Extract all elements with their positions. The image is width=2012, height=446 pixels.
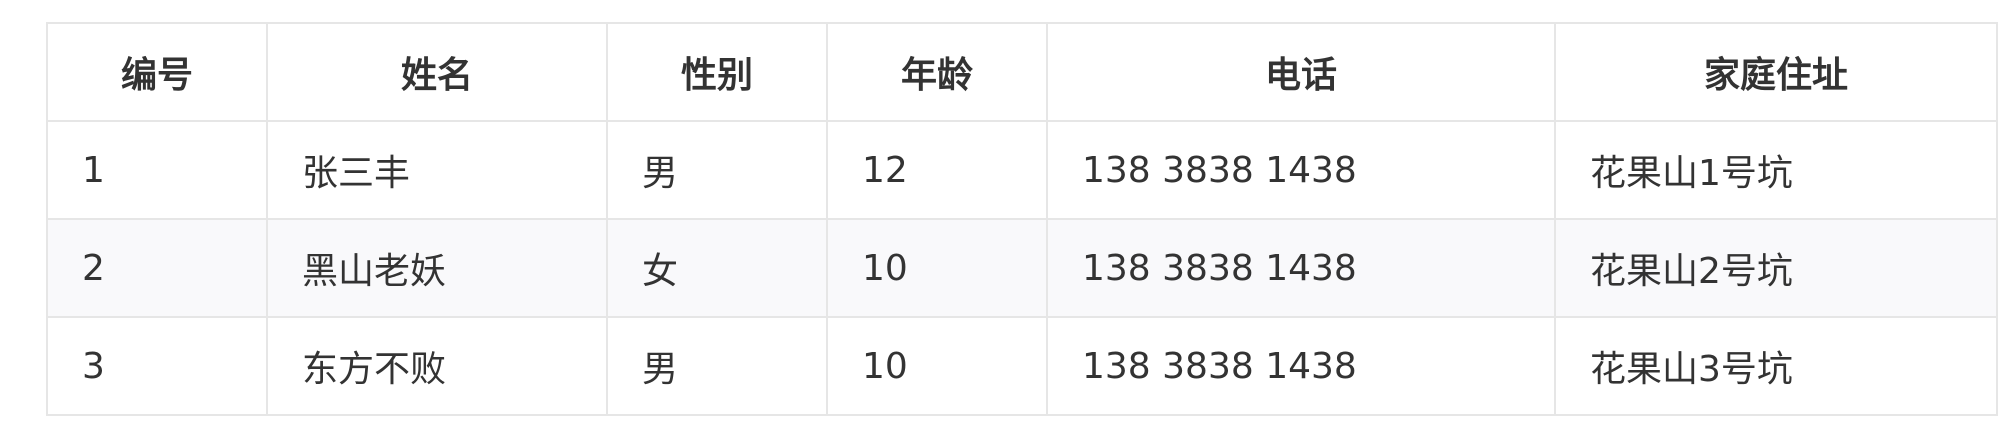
cell-id: 2	[46, 218, 268, 318]
cell-name: 东方不败	[266, 316, 608, 416]
cell-address: 花果山1号坑	[1554, 120, 1998, 220]
table-row: 1 张三丰 男 12 138 3838 1438 花果山1号坑	[46, 120, 1998, 220]
cell-id: 3	[46, 316, 268, 416]
table-row: 2 黑山老妖 女 10 138 3838 1438 花果山2号坑	[46, 218, 1998, 318]
cell-gender: 男	[606, 316, 828, 416]
cell-id: 1	[46, 120, 268, 220]
header-address: 家庭住址	[1554, 22, 1998, 122]
table-header: 编号 姓名 性别 年龄 电话 家庭住址	[46, 22, 1998, 122]
cell-age: 12	[826, 120, 1048, 220]
table-row: 3 东方不败 男 10 138 3838 1438 花果山3号坑	[46, 316, 1998, 416]
data-table-container: 编号 姓名 性别 年龄 电话 家庭住址 1 张三丰 男 12 138 3838 …	[46, 22, 1998, 416]
header-name: 姓名	[266, 22, 608, 122]
cell-age: 10	[826, 218, 1048, 318]
cell-address: 花果山3号坑	[1554, 316, 1998, 416]
cell-phone: 138 3838 1438	[1046, 120, 1556, 220]
header-id: 编号	[46, 22, 268, 122]
cell-age: 10	[826, 316, 1048, 416]
table-body: 1 张三丰 男 12 138 3838 1438 花果山1号坑 2 黑山老妖 女…	[46, 120, 1998, 416]
cell-gender: 男	[606, 120, 828, 220]
cell-address: 花果山2号坑	[1554, 218, 1998, 318]
header-phone: 电话	[1046, 22, 1556, 122]
cell-phone: 138 3838 1438	[1046, 218, 1556, 318]
header-gender: 性别	[606, 22, 828, 122]
data-table: 编号 姓名 性别 年龄 电话 家庭住址 1 张三丰 男 12 138 3838 …	[46, 22, 1998, 416]
cell-name: 张三丰	[266, 120, 608, 220]
header-age: 年龄	[826, 22, 1048, 122]
cell-gender: 女	[606, 218, 828, 318]
cell-name: 黑山老妖	[266, 218, 608, 318]
cell-phone: 138 3838 1438	[1046, 316, 1556, 416]
header-row: 编号 姓名 性别 年龄 电话 家庭住址	[46, 22, 1998, 122]
